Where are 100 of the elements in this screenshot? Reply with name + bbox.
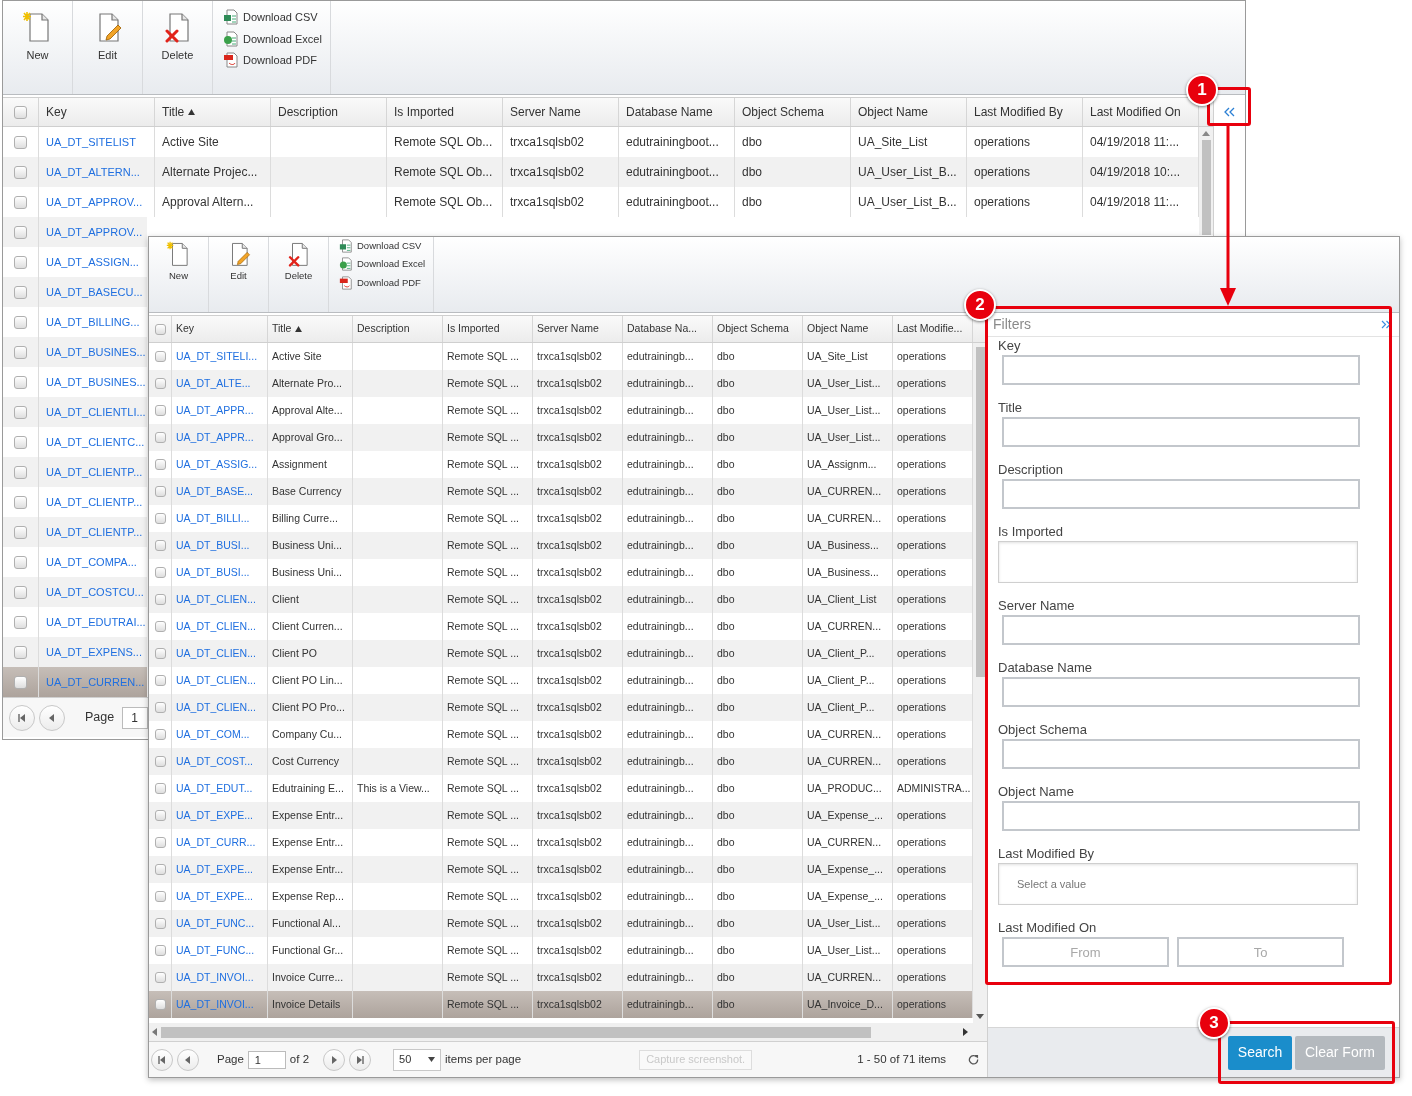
row-checkbox[interactable]: [14, 465, 27, 479]
table-row[interactable]: UA_DT_FUNC... Functional Gr... Remote SQL ... trxca1sqlsb02 edutrainingb... dbo UA_User_List... operations: [149, 937, 973, 964]
new-button[interactable]: New: [165, 241, 192, 284]
key-link[interactable]: UA_DT_BASECU...: [46, 283, 143, 301]
column-header[interactable]: Server Name: [510, 103, 581, 121]
table-row[interactable]: UA_DT_APPR... Approval Gro... Remote SQL ... trxca1sqlsb02 edutrainingb... dbo UA_User_List... operations: [149, 424, 973, 451]
key-link[interactable]: UA_DT_CLIEN...: [176, 699, 256, 716]
table-row[interactable]: UA_DT_COSTCU...: [3, 577, 147, 607]
table-row[interactable]: UA_DT_CLIENTP...: [3, 457, 147, 487]
key-link[interactable]: UA_DT_CLIENTP...: [46, 463, 143, 481]
date-field[interactable]: To: [1177, 937, 1344, 967]
row-checkbox[interactable]: [154, 378, 166, 389]
previous-page-button[interactable]: [177, 1048, 199, 1071]
row-checkbox[interactable]: [154, 756, 166, 767]
row-checkbox[interactable]: [154, 972, 166, 983]
text-field[interactable]: [1002, 801, 1360, 831]
key-link[interactable]: UA_DT_EXPE...: [176, 807, 254, 824]
table-row[interactable]: UA_DT_BUSINES...: [3, 337, 147, 367]
column-header[interactable]: Last Modified By: [974, 103, 1063, 121]
delete-button[interactable]: Delete: [161, 11, 194, 64]
text-field[interactable]: [1002, 355, 1360, 385]
table-row[interactable]: UA_DT_COST... Cost Currency Remote SQL ... trxca1sqlsb02 edutrainingb... dbo UA_CURREN... operations: [149, 748, 973, 775]
table-row[interactable]: UA_DT_CLIEN... Client PO Remote SQL ... trxca1sqlsb02 edutrainingb... dbo UA_Client_P... operations: [149, 640, 973, 667]
key-link[interactable]: UA_DT_INVOI...: [176, 969, 254, 986]
key-link[interactable]: UA_DT_EXPE...: [176, 861, 254, 878]
key-link[interactable]: UA_DT_COSTCU...: [46, 583, 144, 601]
last-page-button[interactable]: [349, 1048, 372, 1071]
row-checkbox[interactable]: [154, 675, 166, 686]
row-checkbox[interactable]: [14, 255, 27, 269]
key-link[interactable]: UA_DT_BUSINES...: [46, 373, 146, 391]
row-checkbox[interactable]: [14, 285, 27, 299]
key-link[interactable]: UA_DT_ASSIG...: [176, 456, 258, 473]
key-link[interactable]: UA_DT_FUNC...: [176, 915, 255, 932]
key-link[interactable]: UA_DT_CURR...: [176, 834, 256, 851]
row-checkbox[interactable]: [14, 135, 27, 149]
row-checkbox[interactable]: [154, 837, 166, 848]
row-checkbox[interactable]: [14, 585, 27, 599]
row-checkbox[interactable]: [154, 513, 166, 524]
column-header[interactable]: Key: [46, 103, 67, 121]
page-input[interactable]: 1: [247, 1050, 286, 1069]
column-header[interactable]: Server Name: [537, 321, 599, 337]
table-row[interactable]: UA_DT_CLIEN... Client PO Lin... Remote SQL ... trxca1sqlsb02 edutrainingb... dbo UA_Client_P... operations: [149, 667, 973, 694]
key-link[interactable]: UA_DT_EDUT...: [176, 780, 253, 797]
text-field[interactable]: [1002, 677, 1360, 707]
key-link[interactable]: UA_DT_FUNC...: [176, 942, 255, 959]
row-checkbox[interactable]: [14, 525, 27, 539]
key-link[interactable]: UA_DT_SITELIST: [46, 133, 136, 151]
table-row[interactable]: UA_DT_BILLI... Billing Curre... Remote SQL ... trxca1sqlsb02 edutrainingb... dbo UA_CURREN... operations: [149, 505, 973, 532]
table-row[interactable]: UA_DT_CLIENTP...: [3, 517, 147, 547]
page-size-dropdown[interactable]: 50: [393, 1048, 442, 1071]
edit-button[interactable]: Edit: [91, 11, 124, 64]
key-link[interactable]: UA_DT_BUSI...: [176, 537, 250, 554]
table-row[interactable]: UA_DT_BUSI... Business Uni... Remote SQL ... trxca1sqlsb02 edutrainingb... dbo UA_Business... operations: [149, 559, 973, 586]
key-link[interactable]: UA_DT_CLIEN...: [176, 591, 256, 608]
table-row[interactable]: UA_DT_APPR... Approval Alte... Remote SQL ... trxca1sqlsb02 edutrainingb... dbo UA_User_List... operations: [149, 397, 973, 424]
row-checkbox[interactable]: [154, 702, 166, 713]
row-checkbox[interactable]: [14, 405, 27, 419]
refresh-icon[interactable]: [968, 1054, 979, 1065]
table-row[interactable]: UA_DT_CLIEN... Client Remote SQL ... trxca1sqlsb02 edutrainingb... dbo UA_Client_List operations: [149, 586, 973, 613]
table-row[interactable]: UA_DT_CURR... Expense Entr... Remote SQL ... trxca1sqlsb02 edutrainingb... dbo UA_CURREN... operations: [149, 829, 973, 856]
key-link[interactable]: UA_DT_APPR...: [176, 402, 254, 419]
column-header[interactable]: Is Imported: [394, 103, 455, 121]
vertical-scrollbar[interactable]: [1199, 127, 1213, 235]
row-checkbox[interactable]: [14, 675, 27, 689]
table-row[interactable]: UA_DT_ALTE... Alternate Pro... Remote SQL ... trxca1sqlsb02 edutrainingb... dbo UA_User_List... operations: [149, 370, 973, 397]
column-header[interactable]: Object Schema: [742, 103, 825, 121]
row-checkbox[interactable]: [14, 615, 27, 629]
key-link[interactable]: UA_DT_CLIENTP...: [46, 493, 143, 511]
row-checkbox[interactable]: [154, 432, 166, 443]
table-row[interactable]: UA_DT_SITELI... Active Site Remote SQL ... trxca1sqlsb02 edutrainingb... dbo UA_Site_List operations: [149, 343, 973, 370]
key-link[interactable]: UA_DT_COST...: [176, 753, 254, 770]
key-link[interactable]: UA_DT_CLIENTLI...: [46, 403, 146, 421]
download-pdf-button[interactable]: Download PDF: [223, 52, 322, 69]
key-link[interactable]: UA_DT_EXPE...: [176, 888, 254, 905]
key-link[interactable]: UA_DT_BASE...: [176, 483, 254, 500]
row-checkbox[interactable]: [154, 729, 166, 740]
row-checkbox[interactable]: [154, 810, 166, 821]
key-link[interactable]: UA_DT_BILLING...: [46, 313, 140, 331]
select-all-checkbox[interactable]: [14, 105, 27, 119]
select-all-checkbox[interactable]: [154, 323, 166, 335]
table-row[interactable]: UA_DT_INVOI... Invoice Details Remote SQL ... trxca1sqlsb02 edutrainingb... dbo UA_Invoice_D... operations: [149, 991, 973, 1018]
first-page-button[interactable]: [9, 704, 35, 731]
row-checkbox[interactable]: [154, 648, 166, 659]
dropdown-field[interactable]: Select a value: [998, 863, 1358, 905]
row-checkbox[interactable]: [154, 486, 166, 497]
column-header[interactable]: Last Modifie...: [897, 321, 963, 337]
key-link[interactable]: UA_DT_ASSIGN...: [46, 253, 139, 271]
row-checkbox[interactable]: [154, 459, 166, 470]
column-header[interactable]: Object Schema: [717, 321, 789, 337]
key-link[interactable]: UA_DT_EDUTRAI...: [46, 613, 146, 631]
column-header[interactable]: Database Na...: [627, 321, 698, 337]
horizontal-scrollbar[interactable]: [149, 1023, 987, 1041]
row-checkbox[interactable]: [154, 945, 166, 956]
key-link[interactable]: UA_DT_COMPA...: [46, 553, 137, 571]
page-input[interactable]: 1: [122, 706, 149, 729]
row-checkbox[interactable]: [154, 918, 166, 929]
row-checkbox[interactable]: [154, 999, 166, 1010]
key-link[interactable]: UA_DT_SITELI...: [176, 348, 258, 365]
key-link[interactable]: UA_DT_EXPENS...: [46, 643, 142, 661]
new-button[interactable]: New: [21, 11, 54, 64]
